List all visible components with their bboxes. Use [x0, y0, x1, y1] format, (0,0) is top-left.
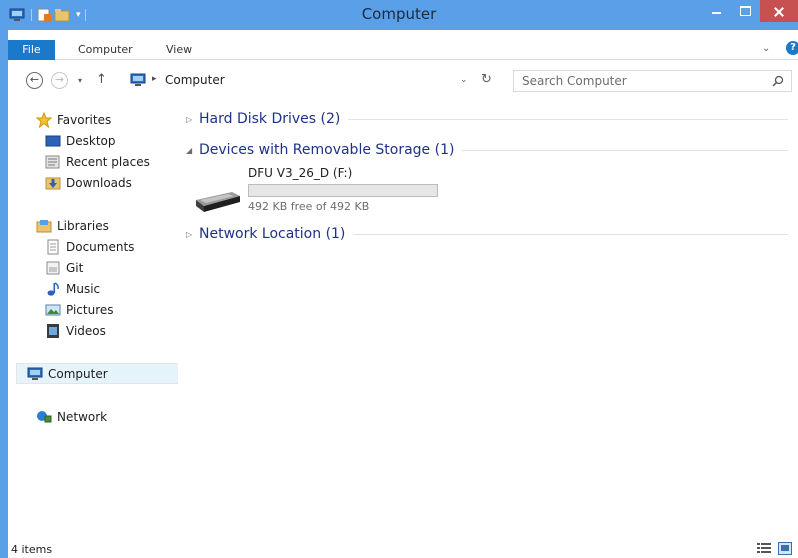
nav-desktop[interactable]: Desktop: [8, 130, 174, 151]
group-divider: [348, 118, 788, 120]
nav-git-label: Git: [66, 260, 84, 275]
title-bar[interactable]: ▾ Computer: [0, 0, 798, 30]
forward-button[interactable]: →: [51, 72, 68, 89]
network-icon: [37, 410, 52, 422]
downloads-icon: [45, 177, 61, 189]
removable-drive-icon[interactable]: [192, 186, 242, 214]
computer-icon: [27, 367, 43, 380]
documents-icon: [47, 239, 59, 254]
nav-documents-label: Documents: [66, 239, 135, 254]
nav-libraries-label: Libraries: [57, 218, 109, 233]
nav-documents[interactable]: Documents: [8, 236, 174, 257]
nav-network-label: Network: [57, 409, 108, 424]
minimize-button[interactable]: [704, 0, 730, 22]
window-frame-left: [0, 30, 8, 558]
nav-music[interactable]: Music: [8, 278, 174, 299]
nav-pictures[interactable]: Pictures: [8, 299, 174, 320]
drive-free-space: 492 KB free of 492 KB: [248, 200, 370, 213]
search-box[interactable]: [513, 70, 792, 92]
close-button[interactable]: [760, 0, 798, 22]
address-bar[interactable]: ▸ Computer ⌄ ↻: [123, 69, 509, 91]
content-pane: ▷ Hard Disk Drives (2) ◢ Devices with Re…: [178, 100, 798, 540]
nav-network[interactable]: Network: [8, 406, 174, 427]
navigation-pane: Favorites Desktop Recent places Download…: [8, 100, 182, 540]
tab-file[interactable]: File: [8, 40, 55, 60]
drive-name[interactable]: DFU V3_26_D (F:): [248, 166, 352, 180]
group-divider: [462, 149, 788, 151]
breadcrumb-computer[interactable]: Computer: [165, 73, 225, 87]
group-removable-storage[interactable]: ◢ Devices with Removable Storage (1): [178, 139, 788, 161]
nav-pictures-label: Pictures: [66, 302, 114, 317]
expand-ribbon-icon[interactable]: ⌄: [762, 43, 770, 54]
nav-videos[interactable]: Videos: [8, 320, 174, 341]
recent-places-icon: [45, 155, 60, 168]
nav-recent-places-label: Recent places: [66, 154, 150, 169]
large-icons-view-icon[interactable]: [778, 542, 792, 555]
group-title: Devices with Removable Storage (1): [199, 142, 455, 158]
nav-favorites-label: Favorites: [57, 112, 112, 127]
tab-computer[interactable]: Computer: [78, 40, 133, 60]
nav-music-label: Music: [66, 281, 101, 296]
star-icon: [36, 111, 52, 128]
navigation-bar: ← → ▾ ↑ ▸ Computer ⌄ ↻: [8, 61, 798, 99]
nav-desktop-label: Desktop: [66, 133, 116, 148]
group-title: Network Location (1): [199, 226, 346, 242]
group-network-location[interactable]: ▷ Network Location (1): [178, 223, 788, 245]
music-icon: [47, 281, 59, 296]
up-button[interactable]: ↑: [96, 72, 107, 88]
explorer-window: ▾ Computer File Computer View ⌄ ? ← → ▾ …: [0, 0, 798, 558]
group-title: Hard Disk Drives (2): [199, 111, 341, 127]
pictures-icon: [45, 304, 61, 315]
computer-icon: [130, 73, 146, 86]
desktop-icon: [45, 135, 61, 146]
nav-git[interactable]: Git: [8, 257, 174, 278]
status-bar: 4 items: [8, 540, 798, 558]
ribbon: File Computer View ⌄ ?: [8, 30, 798, 60]
recent-locations-button[interactable]: ▾: [78, 76, 82, 85]
help-icon[interactable]: ?: [786, 41, 798, 55]
expand-arrow-icon[interactable]: ▷: [178, 115, 192, 124]
maximize-button[interactable]: [732, 0, 758, 22]
videos-icon: [47, 323, 59, 338]
nav-recent-places[interactable]: Recent places: [8, 151, 174, 172]
search-input[interactable]: [522, 73, 762, 89]
git-library-icon: [46, 261, 60, 274]
nav-computer-label: Computer: [48, 366, 108, 381]
drive-usage-bar: [248, 184, 438, 197]
libraries-icon: [36, 219, 52, 232]
nav-downloads[interactable]: Downloads: [8, 172, 174, 193]
refresh-icon[interactable]: ↻: [481, 72, 492, 87]
collapse-arrow-icon[interactable]: ◢: [178, 146, 192, 155]
group-hard-disk-drives[interactable]: ▷ Hard Disk Drives (2): [178, 108, 788, 130]
search-icon[interactable]: [772, 75, 784, 87]
expand-arrow-icon[interactable]: ▷: [178, 230, 192, 239]
item-count: 4 items: [11, 543, 53, 556]
details-view-icon[interactable]: [757, 542, 771, 555]
nav-libraries[interactable]: Libraries: [8, 215, 174, 236]
back-button[interactable]: ←: [26, 72, 43, 89]
tab-view[interactable]: View: [166, 40, 192, 60]
nav-computer[interactable]: Computer: [16, 363, 182, 384]
window-title: Computer: [361, 5, 437, 23]
breadcrumb-separator[interactable]: ▸: [152, 74, 157, 84]
address-dropdown-icon[interactable]: ⌄: [460, 75, 468, 85]
nav-videos-label: Videos: [66, 323, 106, 338]
group-divider: [353, 233, 788, 235]
nav-downloads-label: Downloads: [66, 175, 132, 190]
nav-favorites[interactable]: Favorites: [8, 109, 174, 130]
